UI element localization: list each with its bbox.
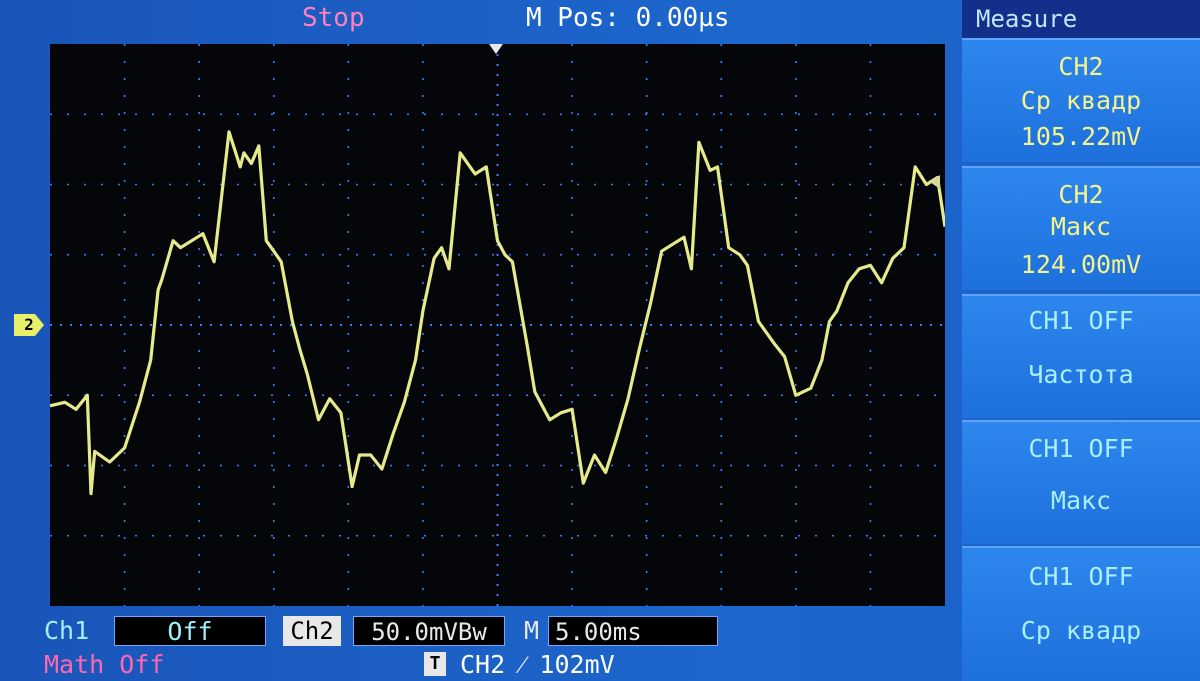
ch1-scale-readout: Off (114, 616, 266, 646)
measure-value: 124.00mV (1020, 250, 1142, 279)
ch1-label: Ch1 (44, 616, 90, 645)
timebase-readout: 5.00ms (548, 616, 718, 646)
measure-type: Частота (1028, 360, 1134, 389)
timebase-label: M (524, 616, 540, 645)
trigger-position-marker (489, 44, 503, 54)
measure-slot-1[interactable]: CH2 Ср квадр 105.22mV (962, 38, 1200, 162)
measure-type: Ср квадр (1020, 616, 1142, 645)
trigger-icon: T (424, 652, 446, 676)
measure-slot-2[interactable]: CH2 Макс 124.00mV (962, 166, 1200, 290)
ch2-label: Ch2 (283, 616, 341, 646)
run-state-label: Stop (302, 3, 365, 33)
measure-source: CH1 OFF (1028, 306, 1134, 335)
ch2-ground-marker: 2 (14, 314, 44, 336)
trigger-level-marker (930, 175, 940, 189)
math-status-label: Math Off (44, 650, 165, 679)
measure-menu-title: Measure (962, 0, 1200, 38)
horizontal-position-label: M Pos: 0.00µs (526, 3, 730, 33)
ch2-trace (50, 130, 945, 496)
measure-slot-4[interactable]: CH1 OFF Макс (962, 420, 1200, 544)
measure-type: Макс (1050, 486, 1112, 515)
measure-slot-3[interactable]: CH1 OFF Частота (962, 294, 1200, 418)
measure-source: CH1 OFF (1028, 562, 1134, 591)
oscilloscope-screen: Stop M Pos: 0.00µs 2 Measure CH2 Ср квад… (0, 0, 1200, 681)
measure-source: CH2 (1058, 52, 1104, 81)
measure-type: Макс (1050, 212, 1112, 241)
measure-source: CH2 (1058, 180, 1104, 209)
trigger-info: CH2 ⁄ 102mV (460, 650, 615, 679)
measure-type: Ср квадр (1020, 86, 1142, 115)
waveform-display (50, 44, 945, 606)
measure-value: 105.22mV (1020, 122, 1142, 151)
measure-slot-5[interactable]: CH1 OFF Ср квадр (962, 546, 1200, 681)
measure-menu: Measure CH2 Ср квадр 105.22mV CH2 Макс 1… (962, 0, 1200, 681)
trace-line-1 (50, 130, 945, 496)
ch2-scale-readout: 50.0mVBw (353, 616, 505, 646)
measure-source: CH1 OFF (1028, 434, 1134, 463)
